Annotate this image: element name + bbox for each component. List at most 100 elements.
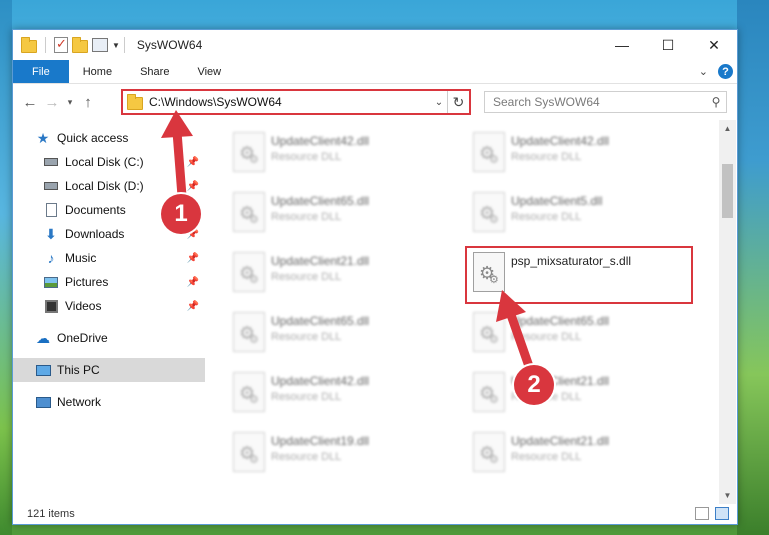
new-folder-icon[interactable] [72,37,88,53]
folder-icon [21,37,37,53]
forward-arrow-icon[interactable]: → [41,94,63,111]
step-2-callout: 2 [514,365,554,405]
sidebar-item-videos[interactable]: Videos 📌 [13,294,205,318]
tab-view[interactable]: View [183,60,235,83]
tiles-view-icon[interactable] [715,507,729,520]
navigation-pane: ★ Quick access Local Disk (C:) 📌 Local D… [13,126,205,504]
star-icon: ★ [36,129,50,146]
customize-toolbar-chevron-icon[interactable]: ▼ [112,41,120,50]
sidebar-item-network[interactable]: Network [13,390,205,414]
dll-file-icon: ⚙ ⚙ [473,312,505,352]
recent-locations-chevron-icon[interactable]: ▾ [63,97,77,108]
desktop-wallpaper-right [737,0,769,535]
properties-check-icon[interactable] [54,36,68,53]
desktop-wallpaper-left [0,0,12,535]
file-highlight-box [465,246,693,304]
file-item[interactable]: ⚙ ⚙ UpdateClient42.dll Resource DLL [227,126,447,182]
back-arrow-icon[interactable]: ← [19,94,41,111]
scroll-up-icon[interactable]: ▲ [719,120,736,137]
file-item[interactable]: ⚙ ⚙ UpdateClient19.dll Resource DLL [227,426,447,482]
file-name: UpdateClient42.dll [271,134,370,148]
search-input[interactable]: Search SysWOW64 [493,95,706,109]
file-item[interactable]: ⚙⚙ UpdateClient21.dllResource DLL [227,246,447,302]
dll-file-icon: ⚙ ⚙ [473,132,505,172]
pin-icon[interactable]: 📌 [187,301,199,312]
sidebar-item-label: Local Disk (C:) [65,155,144,169]
search-box[interactable]: Search SysWOW64 ⚲ [484,91,727,113]
file-type: Resource DLL [511,211,582,223]
file-name: UpdateClient19.dll [271,434,370,448]
sidebar-item-onedrive[interactable]: ☁ OneDrive [13,326,205,350]
tab-file[interactable]: File [13,60,69,83]
expand-ribbon-chevron-icon[interactable]: ⌄ [699,65,708,78]
vertical-scrollbar[interactable]: ▲ ▼ [719,120,736,504]
scroll-down-icon[interactable]: ▼ [719,487,736,504]
window-controls: — ☐ ✕ [599,30,737,60]
file-list: ⚙ ⚙ UpdateClient42.dll Resource DLL ⚙ ⚙ Upd… [211,126,719,504]
sidebar-item-label: Network [57,395,102,409]
cloud-icon: ☁ [36,329,50,346]
pin-icon[interactable]: 📌 [187,181,199,192]
tab-home[interactable]: Home [69,60,126,83]
download-arrow-icon: ⬇ [45,225,57,242]
file-item[interactable]: ⚙⚙ UpdateClient21.dllResource DLL [467,366,687,422]
pictures-icon [43,275,59,289]
toolbar-separator [45,37,46,53]
dll-file-icon: ⚙ ⚙ [233,312,265,352]
refresh-icon[interactable]: ↻ [447,91,469,113]
step-1-callout: 1 [161,194,201,234]
close-button[interactable]: ✕ [691,30,737,60]
minimize-button[interactable]: — [599,30,645,60]
network-icon [35,395,51,409]
sidebar-item-local-disk-c[interactable]: Local Disk (C:) 📌 [13,150,205,174]
dll-file-icon: ⚙ ⚙ [233,192,265,232]
sidebar-item-pictures[interactable]: Pictures 📌 [13,270,205,294]
music-note-icon: ♪ [47,250,55,266]
navigation-bar: ← → ▾ ↑ C:\Windows\SysWOW64 ⌄ ↻ Search S… [13,84,737,120]
file-name: UpdateClient65.dll [271,194,370,208]
up-arrow-icon[interactable]: ↑ [77,94,99,111]
file-item[interactable]: ⚙ ⚙ UpdateClient5.dll Resource DLL [467,186,687,242]
file-name: UpdateClient21.dll [511,434,610,448]
scroll-thumb[interactable] [722,164,733,218]
pin-icon[interactable]: 📌 [187,157,199,168]
sidebar-item-label: Documents [65,203,126,217]
sidebar-item-quick-access[interactable]: ★ Quick access [13,126,205,150]
sidebar-item-label: Videos [65,299,102,313]
address-dropdown-chevron-icon[interactable]: ⌄ [431,97,447,108]
file-type: Resource DLL [511,451,582,463]
sidebar-item-label: Quick access [57,131,129,145]
pin-icon[interactable]: 📌 [187,277,199,288]
sidebar-item-music[interactable]: ♪ Music 📌 [13,246,205,270]
item-count: 121 items [27,508,75,520]
details-view-icon[interactable] [695,507,709,520]
file-item[interactable]: ⚙ ⚙ UpdateClient65.dll Resource DLL [227,306,447,362]
file-type: Resource DLL [271,331,342,343]
sidebar-item-label: Downloads [65,227,125,241]
help-icon[interactable]: ? [718,64,733,79]
search-icon[interactable]: ⚲ [706,95,726,109]
file-type: Resource DLL [271,151,342,163]
file-type: Resource DLL [271,391,342,403]
sidebar-item-this-pc[interactable]: This PC [13,358,205,382]
tab-share[interactable]: Share [126,60,183,83]
file-type: Resource DLL [511,151,582,163]
file-name: UpdateClient42.dll [511,134,610,148]
file-item[interactable]: ⚙⚙ UpdateClient21.dllResource DLL [467,426,687,482]
sidebar-item-label: OneDrive [57,331,108,345]
window-title: SysWOW64 [136,38,203,52]
maximize-button[interactable]: ☐ [645,30,691,60]
address-folder-icon [127,94,143,110]
view-switcher [695,507,729,520]
title-bar: ▼ SysWOW64 — ☐ ✕ [13,30,737,60]
sidebar-item-label: Music [65,251,97,265]
view-properties-icon[interactable] [92,38,108,52]
address-path[interactable]: C:\Windows\SysWOW64 [149,95,431,109]
pin-icon[interactable]: 📌 [187,253,199,264]
file-item[interactable]: ⚙ ⚙ UpdateClient65.dll Resource DLL [227,186,447,242]
file-item[interactable]: ⚙ ⚙ UpdateClient42.dll Resource DLL [227,366,447,422]
file-item[interactable]: ⚙ ⚙ UpdateClient65.dll Resource DLL [467,306,687,362]
file-item[interactable]: ⚙ ⚙ UpdateClient42.dll Resource DLL [467,126,687,182]
file-type: Resource DLL [271,211,342,223]
address-bar[interactable]: C:\Windows\SysWOW64 ⌄ ↻ [121,89,471,115]
